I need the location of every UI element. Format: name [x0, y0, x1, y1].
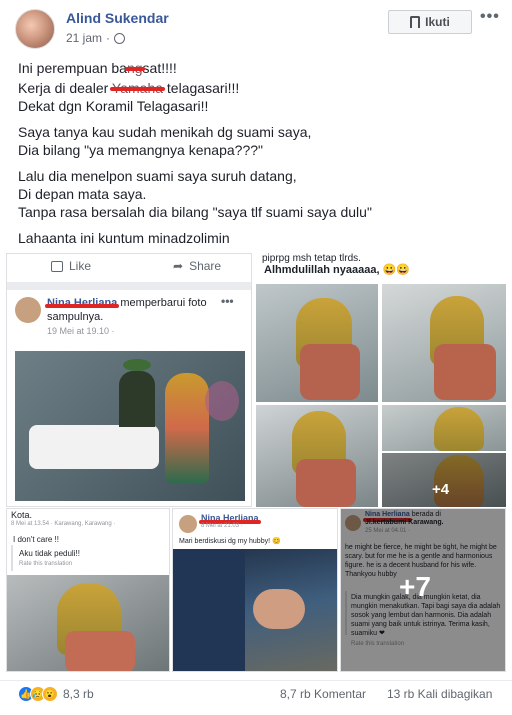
author-name[interactable]: Alind Sukendar — [66, 10, 169, 26]
man-figure — [119, 371, 155, 427]
selfie-3 — [256, 405, 378, 507]
censor-mark: ng — [126, 60, 143, 76]
author-avatar[interactable] — [15, 9, 55, 49]
more-options-icon[interactable]: ••• — [480, 8, 500, 26]
thumbs-up-icon — [51, 260, 63, 272]
card-more-icon: ••• — [221, 294, 234, 308]
selfie-photo — [7, 575, 169, 671]
censored-name: Nina Herliana — [199, 513, 261, 524]
post-line-8: Tanpa rasa bersalah dia bilang "saya tlf… — [18, 204, 372, 220]
share-icon: ➦ — [173, 259, 184, 273]
follow-label: Ikuti — [425, 15, 450, 29]
selfie-caption: Alhmdulillah nyaaaaa, 😀😀 — [264, 264, 410, 276]
post-line-5: Dia bilang "ya memangnya kenapa???" — [18, 142, 263, 158]
photo-tile-5[interactable]: Nina Herliana berada di Jl.kertabumi Kar… — [340, 508, 506, 672]
comment-count[interactable]: 8,7 rb Komentar — [280, 687, 366, 701]
photo-tile-3[interactable]: Kota. 8 Mei at 13.54 · Karawang, Karawan… — [6, 508, 170, 672]
post-time[interactable]: 21 jam · — [66, 31, 126, 45]
censored-name: Nina Herliana — [47, 297, 118, 309]
globe-icon — [114, 32, 126, 44]
cover-photo — [15, 351, 245, 501]
follow-icon — [410, 16, 421, 28]
selfie-2 — [382, 284, 506, 402]
post-line-1: Ini perempuan bangsat!!!! — [18, 60, 177, 76]
share-action: ➦ Share — [173, 259, 222, 273]
like-action: Like — [51, 259, 91, 273]
selfie-1 — [256, 284, 378, 402]
post-line-7: Di depan mata saya. — [18, 186, 147, 202]
selfie-5 — [382, 453, 506, 507]
reaction-count[interactable]: 8,3 rb — [63, 687, 94, 701]
woman-figure — [165, 373, 209, 483]
mini-avatar — [15, 297, 41, 323]
photo-tile-4[interactable]: Nina Herliana 8 Mei at 21.03 · Mari berd… — [172, 508, 338, 672]
wow-reaction-icon[interactable]: 😮 — [42, 686, 58, 702]
post-line-3: Dekat dgn Koramil Telagasari!! — [18, 98, 209, 114]
censor-mark: Yamaha — [111, 80, 164, 96]
share-count[interactable]: 13 rb Kali dibagikan — [387, 687, 492, 701]
selfie-4 — [382, 405, 506, 451]
white-sofa — [29, 425, 159, 469]
post-time-label: 21 jam — [66, 31, 103, 45]
hands-photo — [173, 549, 337, 671]
post-line-9: Lahaanta ini kuntum minadzolimin — [18, 230, 230, 246]
more-photos-count: +4 — [432, 481, 450, 498]
more-photos-count: +7 — [399, 571, 431, 602]
photo-tile-2[interactable]: piprpg msh tetap tlrds. Alhmdulillah nya… — [256, 253, 506, 507]
card-meta: 19 Mei at 19.10 · — [47, 326, 115, 336]
post-line-6: Lalu dia menelpon suami saya suruh datan… — [18, 168, 297, 184]
post-line-4: Saya tanya kau sudah menikah dg suami sa… — [18, 124, 312, 140]
photo-tile-1[interactable]: Like ➦ Share Nina Herliana memperbarui f… — [6, 253, 252, 507]
follow-button[interactable]: Ikuti — [388, 10, 472, 34]
post-line-2: Kerja di dealer Yamaha telagasari!!! — [18, 80, 240, 96]
